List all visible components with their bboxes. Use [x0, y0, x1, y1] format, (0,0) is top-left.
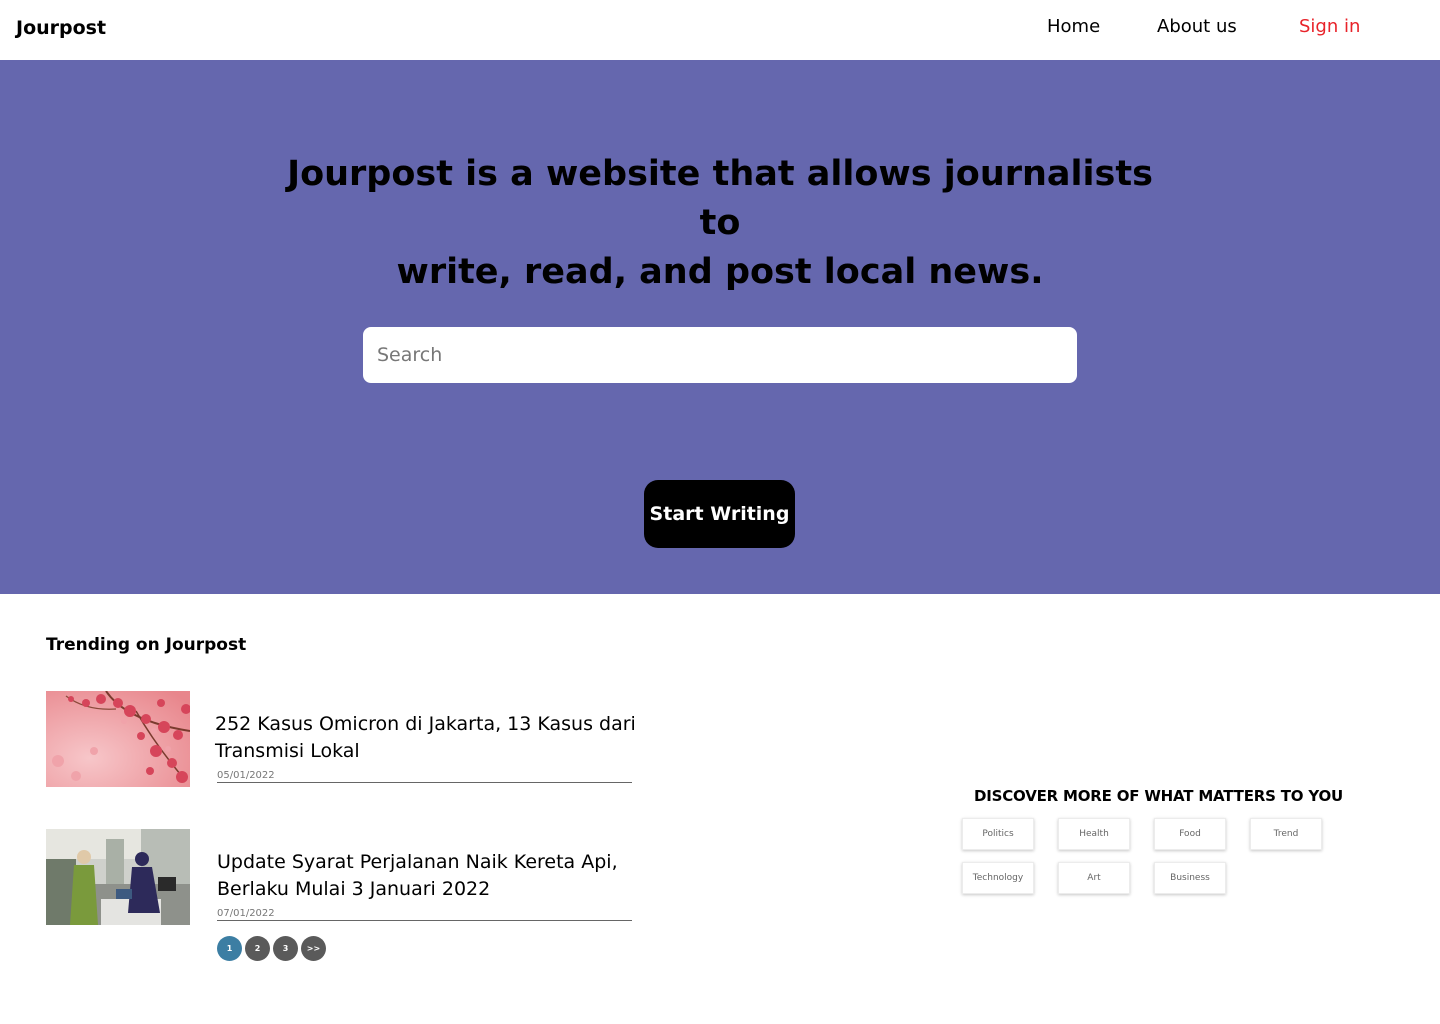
trending-article: Update Syarat Perjalanan Naik Kereta Api…	[46, 829, 636, 925]
hero-title-line-1: Jourpost is a website that allows journa…	[287, 154, 1153, 243]
hero-title: Jourpost is a website that allows journa…	[270, 150, 1170, 297]
tag-trend[interactable]: Trend	[1250, 818, 1322, 850]
tag-business[interactable]: Business	[1154, 862, 1226, 894]
page-2-button[interactable]: 2	[245, 936, 270, 961]
tag-politics[interactable]: Politics	[962, 818, 1034, 850]
discover-heading: DISCOVER MORE OF WHAT MATTERS TO YOU	[974, 787, 1344, 805]
tag-food[interactable]: Food	[1154, 818, 1226, 850]
trending-heading: Trending on Jourpost	[46, 635, 247, 655]
nav-about-link[interactable]: About us	[1157, 16, 1237, 37]
tag-technology[interactable]: Technology	[962, 862, 1034, 894]
top-navbar: Jourpost Home About us Sign in	[0, 0, 1440, 60]
nav-home-link[interactable]: Home	[1047, 16, 1100, 37]
article-date: 07/01/2022	[217, 908, 632, 921]
nav-signin-link[interactable]: Sign in	[1299, 16, 1360, 37]
hero-title-line-2: write, read, and post local news.	[396, 252, 1044, 292]
hero-section: Jourpost is a website that allows journa…	[0, 60, 1440, 594]
page-3-button[interactable]: 3	[273, 936, 298, 961]
page-1-button[interactable]: 1	[217, 936, 242, 961]
start-writing-button[interactable]: Start Writing	[644, 480, 795, 548]
brand-logo[interactable]: Jourpost	[16, 17, 106, 39]
next-page-button[interactable]: >>	[301, 936, 326, 961]
tag-art[interactable]: Art	[1058, 862, 1130, 894]
article-thumbnail[interactable]	[46, 829, 190, 925]
search-input[interactable]	[363, 327, 1077, 383]
trending-article: 252 Kasus Omicron di Jakarta, 13 Kasus d…	[46, 691, 636, 787]
article-title[interactable]: Update Syarat Perjalanan Naik Kereta Api…	[217, 849, 647, 903]
article-thumbnail[interactable]	[46, 691, 190, 787]
article-title[interactable]: 252 Kasus Omicron di Jakarta, 13 Kasus d…	[215, 711, 645, 765]
tag-health[interactable]: Health	[1058, 818, 1130, 850]
article-date: 05/01/2022	[217, 770, 632, 783]
